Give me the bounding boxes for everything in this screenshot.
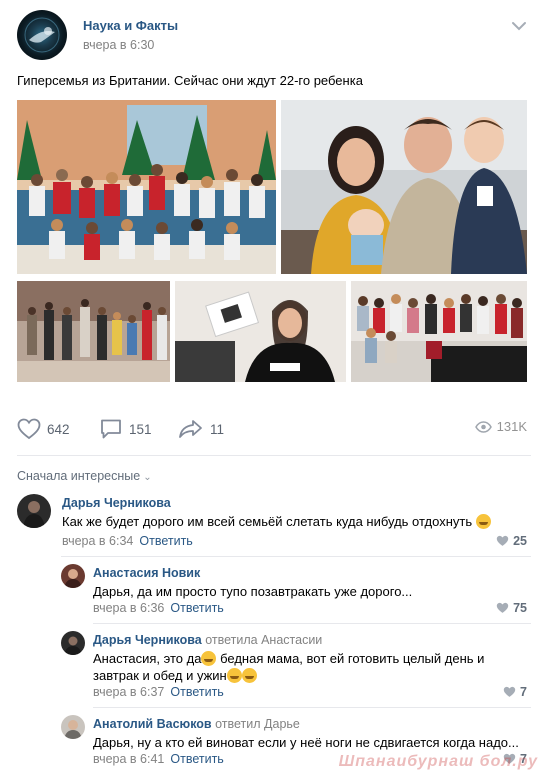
avatar[interactable]	[61, 631, 85, 655]
heart-icon	[496, 535, 509, 546]
comment-like-count: 7	[520, 685, 527, 699]
post-text: Гиперсемья из Британии. Сейчас они ждут …	[17, 73, 363, 88]
post-header: Наука и Факты вчера в 6:30	[17, 10, 531, 62]
comment: Дарья Черникова ответила Анастасии Анаст…	[61, 631, 531, 703]
comment-text: Дарья, да им просто тупо позавтракать уж…	[93, 584, 413, 599]
comment-meta: вчера в 6:37 Ответить	[93, 685, 224, 699]
avatar[interactable]	[61, 564, 85, 588]
comment-text: Анастасия, это да бедная мама, вот ей го…	[93, 651, 485, 666]
comment-author[interactable]: Анастасия Новик	[93, 566, 200, 580]
comment-author: Дарья Черникова ответила Анастасии	[93, 633, 323, 647]
heart-icon	[17, 418, 41, 440]
comment: Дарья Черникова Как же будет дорого им в…	[17, 494, 531, 554]
share-icon	[179, 420, 202, 438]
share-count: 11	[210, 421, 225, 437]
views-counter: 131K	[474, 419, 527, 434]
comment-like-button[interactable]: 75	[496, 601, 527, 615]
divider	[93, 623, 531, 624]
watermark: Шпанаибурнаш бол.ру	[338, 753, 538, 770]
reply-button[interactable]: Ответить	[170, 752, 223, 766]
comment-time[interactable]: вчера в 6:34	[62, 534, 133, 548]
photo-parents-with-kids[interactable]	[281, 100, 527, 274]
comment-like-button[interactable]: 7	[503, 685, 527, 699]
avatar[interactable]	[17, 494, 51, 528]
comment-time[interactable]: вчера в 6:41	[93, 752, 164, 766]
views-count: 131K	[496, 419, 527, 434]
photo-family-tv-studio[interactable]	[17, 100, 276, 274]
comment-button[interactable]: 151	[99, 417, 152, 441]
comment-meta: вчера в 6:41 Ответить	[93, 752, 224, 766]
divider	[93, 707, 531, 708]
grimacing-emoji-icon	[226, 668, 242, 683]
comment-text: завтрак и обед и ужин	[93, 668, 257, 683]
laughing-emoji-icon	[201, 651, 217, 666]
heart-icon	[496, 602, 509, 613]
chevron-down-icon: ⌄	[143, 472, 152, 483]
like-count: 642	[47, 421, 70, 437]
grinning-emoji-icon	[475, 514, 491, 529]
photo-family-kitchen[interactable]	[351, 281, 527, 382]
reply-button[interactable]: Ответить	[139, 534, 192, 548]
comment-count: 151	[129, 421, 152, 437]
persevering-emoji-icon	[241, 668, 257, 683]
reply-to-label[interactable]: ответил Дарье	[215, 717, 300, 731]
comment-like-button[interactable]: 25	[496, 534, 527, 548]
share-button[interactable]: 11	[178, 417, 224, 441]
comment-icon	[101, 419, 121, 439]
chevron-down-icon[interactable]	[511, 20, 527, 32]
comment-like-count: 75	[513, 601, 527, 615]
sort-label: Сначала интересные	[17, 469, 141, 483]
heart-icon	[503, 686, 516, 697]
like-button[interactable]: 642	[17, 417, 70, 441]
post-actions: 642 151 11 131K	[17, 417, 531, 441]
comment-meta: вчера в 6:34 Ответить	[62, 534, 193, 548]
reply-button[interactable]: Ответить	[170, 685, 223, 699]
reply-to-label[interactable]: ответила Анастасии	[205, 633, 322, 647]
comment: Анастасия Новик Дарья, да им просто тупо…	[61, 564, 531, 619]
avatar[interactable]	[61, 715, 85, 739]
reply-button[interactable]: Ответить	[170, 601, 223, 615]
photo-ultrasound-announcement[interactable]	[175, 281, 346, 382]
comment-meta: вчера в 6:36 Ответить	[93, 601, 224, 615]
comment-text: Как же будет дорого им всей семьёй слета…	[62, 514, 491, 529]
comment-author: Анатолий Васюков ответил Дарье	[93, 717, 300, 731]
eye-icon	[474, 420, 492, 433]
divider	[17, 455, 531, 456]
group-avatar[interactable]	[17, 10, 67, 60]
comment-time[interactable]: вчера в 6:37	[93, 685, 164, 699]
comments-sort-dropdown[interactable]: Сначала интересные ⌄	[17, 469, 152, 483]
comment-time[interactable]: вчера в 6:36	[93, 601, 164, 615]
divider	[61, 556, 531, 557]
photo-family-walking[interactable]	[17, 281, 170, 382]
post-time[interactable]: вчера в 6:30	[83, 38, 154, 52]
comment-text: Дарья, ну а кто ей виноват если у неё но…	[93, 735, 519, 750]
group-name[interactable]: Наука и Факты	[83, 18, 178, 33]
comment-author[interactable]: Дарья Черникова	[62, 496, 171, 510]
comment-like-count: 25	[513, 534, 527, 548]
